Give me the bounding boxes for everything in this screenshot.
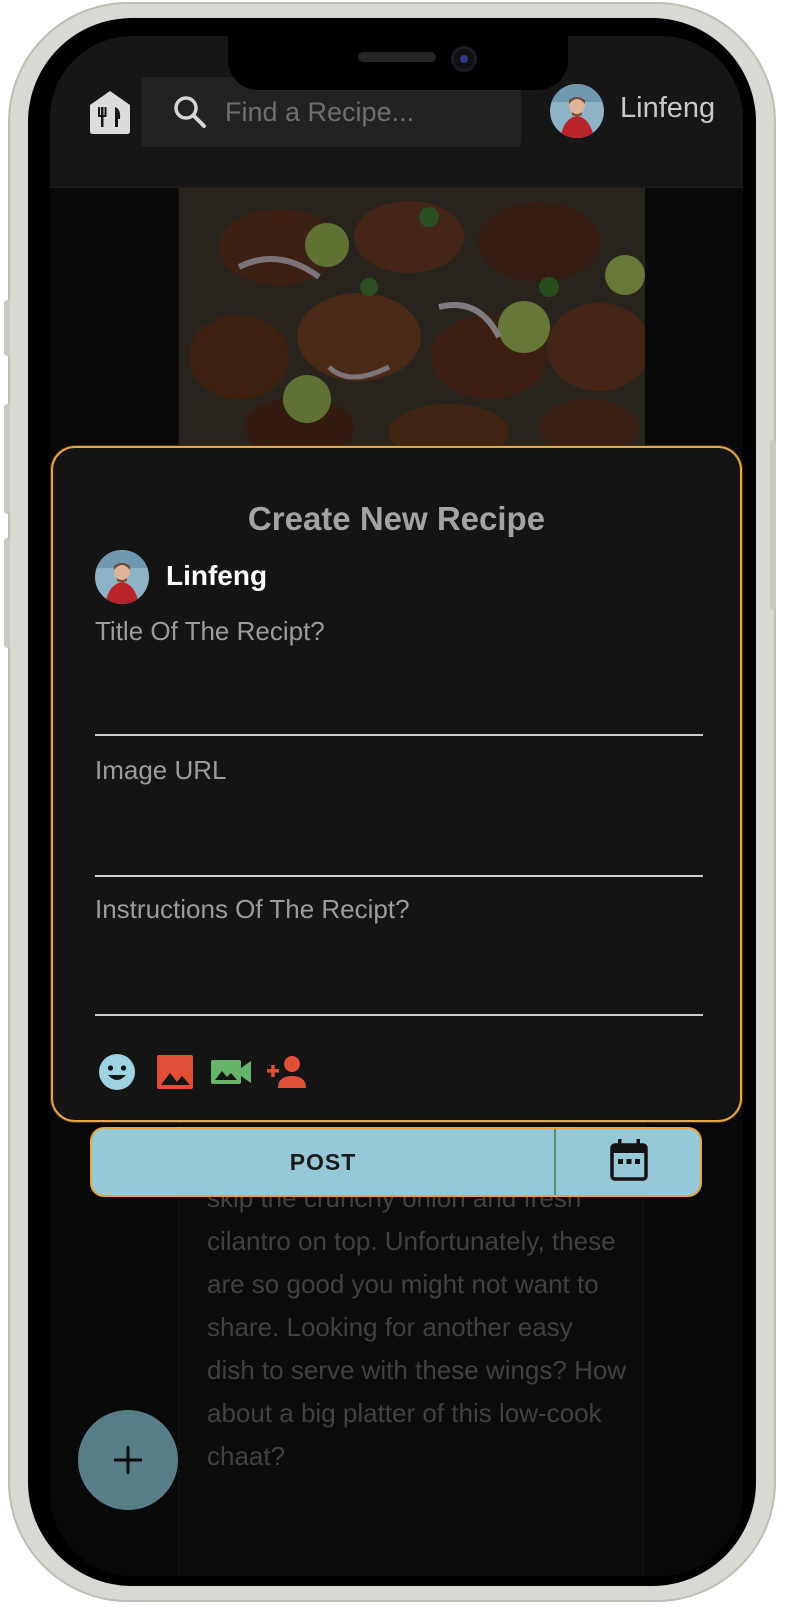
modal-user-name: Linfeng [166, 560, 268, 591]
plus-icon [114, 1446, 142, 1474]
title-field[interactable]: Title Of The Recipt? [95, 616, 703, 736]
instructions-input[interactable] [95, 894, 703, 1014]
volume-down-button [4, 538, 10, 648]
front-camera [451, 46, 477, 72]
video-icon[interactable] [209, 1050, 253, 1094]
instructions-field[interactable]: Instructions Of The Recipt? [95, 894, 703, 1016]
schedule-button[interactable] [556, 1129, 700, 1195]
home-utensils-icon[interactable] [88, 89, 132, 135]
image-url-input[interactable] [95, 755, 703, 875]
mute-switch [4, 300, 10, 356]
calendar-icon [610, 1139, 648, 1181]
earpiece-speaker [358, 52, 436, 62]
search-icon [174, 96, 206, 128]
phone-frame: skip the crunchy onion and fresh cilantr… [4, 2, 776, 1602]
post-action-bar: POST [90, 1127, 702, 1197]
tag-person-icon[interactable] [265, 1050, 309, 1094]
modal-title: Create New Recipe [247, 500, 546, 537]
title-input[interactable] [95, 616, 703, 734]
post-button[interactable]: POST [92, 1129, 554, 1195]
header-user-name[interactable]: Linfeng [620, 92, 715, 125]
modal-avatar [95, 550, 149, 604]
image-icon[interactable] [153, 1050, 197, 1094]
power-button [770, 440, 776, 610]
add-recipe-fab[interactable] [78, 1410, 178, 1510]
avatar[interactable] [550, 84, 604, 138]
volume-up-button [4, 404, 10, 514]
create-recipe-modal: Create New Recipe Linfeng Title Of The R… [51, 446, 742, 1122]
emoji-icon[interactable] [95, 1050, 139, 1094]
phone-notch [228, 36, 568, 90]
app-screen: skip the crunchy onion and fresh cilantr… [50, 36, 743, 1576]
image-url-field[interactable]: Image URL [95, 755, 703, 877]
